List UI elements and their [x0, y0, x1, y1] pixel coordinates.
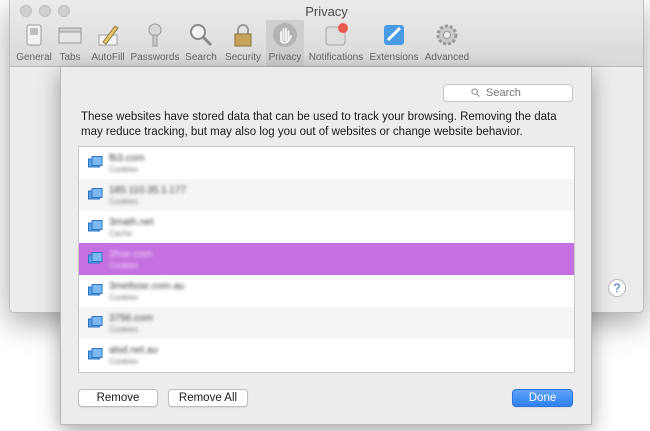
website-icon	[88, 284, 103, 296]
hand-icon	[273, 23, 297, 47]
website-data-type: Cache	[109, 229, 133, 238]
tab-passwords-label: Passwords	[130, 52, 180, 63]
tab-search-label: Search	[185, 52, 217, 63]
website-data-type: Cookies	[109, 261, 138, 270]
website-name: 185.110.35.1.177	[109, 185, 187, 196]
lock-icon	[234, 24, 252, 47]
website-data-sheet: These websites have stored data that can…	[60, 67, 592, 425]
website-icon	[88, 156, 103, 168]
tab-autofill-label: AutoFill	[91, 52, 125, 63]
list-item[interactable]: alsd.net.au Cookies	[79, 339, 574, 371]
description-text: These websites have stored data that can…	[81, 111, 557, 138]
search-input[interactable]	[486, 86, 568, 100]
website-icon	[88, 348, 103, 360]
tab-privacy[interactable]: Privacy	[266, 20, 304, 66]
extensions-icon	[384, 25, 404, 45]
help-button[interactable]: ?	[608, 279, 626, 297]
autofill-pencil-icon	[98, 25, 119, 46]
website-data-type: Cookies	[109, 197, 138, 206]
titlebar: Privacy General Tabs AutoFill Passwords …	[10, 0, 643, 67]
notifications-icon	[325, 23, 348, 46]
tab-extensions[interactable]: Extensions	[368, 20, 420, 66]
tab-extensions-label: Extensions	[369, 52, 419, 63]
website-name: 3math.net	[109, 217, 154, 228]
done-button[interactable]: Done	[512, 389, 573, 407]
tab-search[interactable]: Search	[183, 20, 219, 66]
tab-advanced-label: Advanced	[424, 52, 470, 63]
remove-all-button[interactable]: Remove All	[168, 389, 248, 407]
list-item[interactable]: fb3.com Cookies	[79, 147, 574, 179]
list-item[interactable]: 3math.net Cache	[79, 211, 574, 243]
list-item[interactable]: 3meltsse.com.au Cookies	[79, 275, 574, 307]
general-switch-icon	[26, 24, 42, 46]
list-item[interactable]: 3756.com Cookies	[79, 307, 574, 339]
preferences-toolbar: General Tabs AutoFill Passwords Search S…	[10, 20, 643, 66]
tab-notifications[interactable]: Notifications	[306, 20, 366, 66]
website-name: 3756.com	[109, 313, 153, 324]
website-icon	[88, 220, 103, 232]
tab-tabs[interactable]: Tabs	[56, 20, 84, 66]
tab-advanced[interactable]: Advanced	[422, 20, 472, 66]
gear-icon	[436, 24, 458, 46]
tab-autofill[interactable]: AutoFill	[89, 20, 127, 66]
website-name: 3meltsse.com.au	[109, 281, 185, 292]
tab-security-label: Security	[224, 52, 262, 63]
tab-general-label: General	[16, 52, 52, 63]
tab-passwords[interactable]: Passwords	[129, 20, 181, 66]
website-data-type: Cookies	[109, 165, 138, 174]
list-item[interactable]: 185.110.35.1.177 Cookies	[79, 179, 574, 211]
window-title: Privacy	[305, 4, 348, 19]
website-name: fb3.com	[109, 153, 145, 164]
website-list[interactable]: fb3.com Cookies 185.110.35.1.177 Cookies…	[78, 146, 575, 373]
website-data-type: Cookies	[109, 325, 138, 334]
website-icon	[88, 316, 103, 328]
magnifier-icon	[190, 24, 213, 47]
tab-general[interactable]: General	[15, 20, 53, 66]
tabs-icon	[58, 27, 82, 44]
tab-security[interactable]: Security	[221, 20, 265, 66]
tab-tabs-label: Tabs	[59, 52, 81, 63]
list-item-selected[interactable]: 2hse.com Cookies	[79, 243, 574, 275]
tab-notifications-label: Notifications	[308, 52, 364, 63]
search-icon	[471, 88, 480, 97]
key-icon	[148, 23, 162, 47]
website-name: alsd.net.au	[109, 345, 158, 356]
website-data-type: Cookies	[109, 357, 138, 366]
website-icon	[88, 188, 103, 200]
tab-privacy-label: Privacy	[268, 52, 302, 63]
remove-button[interactable]: Remove	[78, 389, 158, 407]
website-name: 2hse.com	[109, 249, 153, 260]
search-field[interactable]	[443, 84, 573, 102]
website-icon	[88, 252, 103, 264]
website-data-type: Cookies	[109, 293, 138, 302]
